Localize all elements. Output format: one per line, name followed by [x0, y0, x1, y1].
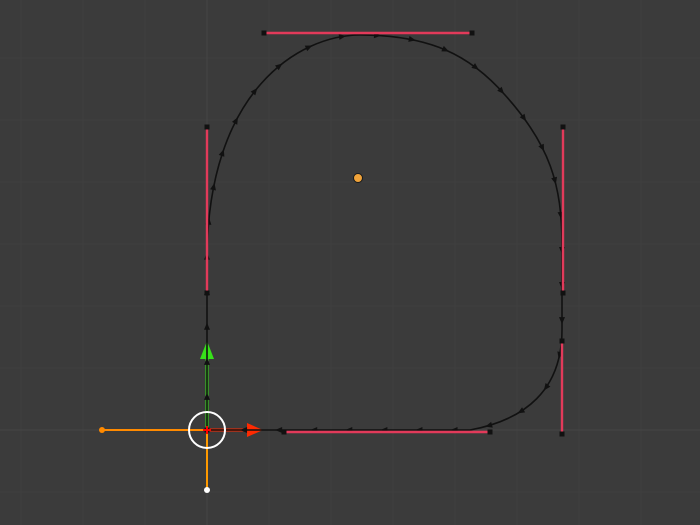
control-point[interactable] [560, 339, 565, 344]
viewport-canvas[interactable] [0, 0, 700, 525]
control-point[interactable] [262, 31, 267, 36]
control-point[interactable] [561, 291, 566, 296]
median-point [354, 174, 363, 183]
viewport-bg [0, 0, 700, 525]
control-point[interactable] [470, 31, 475, 36]
control-point[interactable] [205, 291, 210, 296]
control-point[interactable] [282, 430, 287, 435]
control-point[interactable] [488, 430, 493, 435]
gizmo-y-handle[interactable] [204, 487, 210, 493]
control-point[interactable] [561, 125, 566, 130]
control-point[interactable] [560, 432, 565, 437]
gizmo-x-handle[interactable] [99, 427, 105, 433]
viewport-3d[interactable] [0, 0, 700, 525]
control-point[interactable] [205, 125, 210, 130]
